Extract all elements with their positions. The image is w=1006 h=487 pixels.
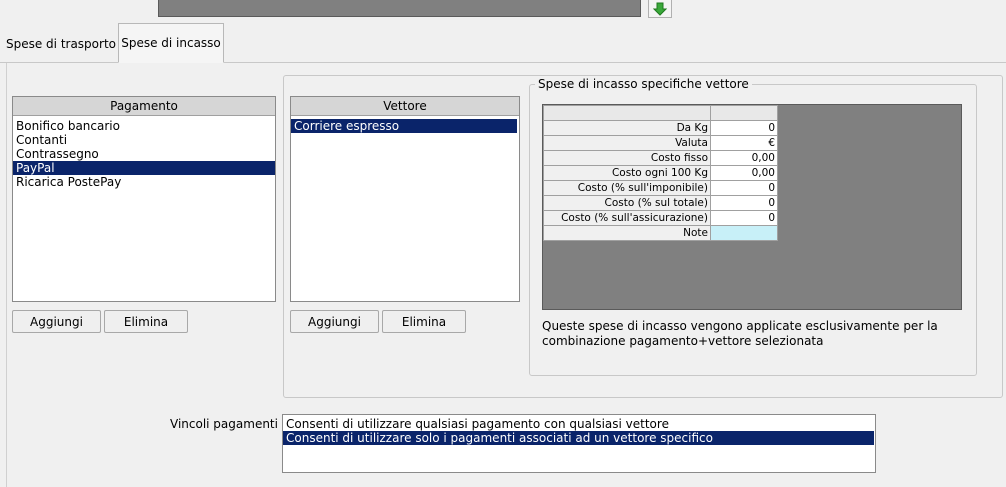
carrier-list[interactable]: Vettore Corriere espresso [290,96,520,302]
tab-label: Spese di incasso [121,36,221,50]
row-label: Valuta [543,135,711,151]
payment-items: Bonifico bancario Contanti Contrassegno … [13,116,275,189]
charges-grid[interactable]: Da Kg 0 Valuta € Costo fisso 0,00 Costo ogn… [542,104,962,310]
row-value[interactable]: 0 [710,120,778,136]
specific-charges-legend: Spese di incasso specifiche vettore [535,77,752,91]
note-line: combinazione pagamento+vettore seleziona… [542,334,824,348]
green-down-arrow-icon [652,2,668,16]
carrier-delete-button[interactable]: Elimina [382,310,466,333]
row-value[interactable]: 0,00 [710,165,778,181]
row-label: Costo (% sul totale) [543,195,711,211]
tab-label: Spese di trasporto [5,37,116,51]
payment-add-button[interactable]: Aggiungi [12,310,101,333]
list-item-selected[interactable]: Corriere espresso [291,119,517,133]
constraint-option-selected[interactable]: Consenti di utilizzare solo i pagamenti … [283,431,874,445]
list-item-selected[interactable]: PayPal [13,161,275,175]
list-item[interactable]: Contrassegno [13,147,275,161]
row-value[interactable]: 0 [710,195,778,211]
row-value[interactable]: € [710,135,778,151]
constraint-option[interactable]: Consenti di utilizzare qualsiasi pagamen… [283,417,874,431]
grid-header-cell [543,105,711,121]
row-label: Note [543,225,711,241]
carrier-add-button[interactable]: Aggiungi [290,310,379,333]
carrier-list-header: Vettore [291,97,519,116]
payment-delete-button[interactable]: Elimina [104,310,188,333]
note-value-cell[interactable] [710,225,778,241]
payment-list-header: Pagamento [13,97,275,116]
payment-constraints-label: Vincoli pagamenti : [170,417,286,431]
payment-list[interactable]: Pagamento Bonifico bancario Contanti Con… [12,96,276,302]
row-label: Da Kg [543,120,711,136]
row-label: Costo (% sull'assicurazione) [543,210,711,226]
grid-header-cell [710,105,778,121]
list-item[interactable]: Ricarica PostePay [13,175,275,189]
row-value[interactable]: 0 [710,180,778,196]
top-gray-field [158,0,641,17]
move-down-button[interactable] [648,0,672,18]
charges-table: Da Kg 0 Valuta € Costo fisso 0,00 Costo ogn… [543,105,778,241]
row-label: Costo ogni 100 Kg [543,165,711,181]
tab-spese-incasso[interactable]: Spese di incasso [118,23,224,63]
row-label: Costo (% sull'imponibile) [543,180,711,196]
specific-charges-note: Queste spese di incasso vengono applicat… [542,319,962,349]
carrier-items: Corriere espresso [291,116,519,133]
row-value[interactable]: 0,00 [710,150,778,166]
payment-constraints-list[interactable]: Consenti di utilizzare qualsiasi pagamen… [282,414,876,473]
constraints-items: Consenti di utilizzare qualsiasi pagamen… [283,415,875,445]
list-item[interactable]: Contanti [13,133,275,147]
tab-spese-trasporto[interactable]: Spese di trasporto [4,26,118,62]
row-value[interactable]: 0 [710,210,778,226]
row-label: Costo fisso [543,150,711,166]
note-line: Queste spese di incasso vengono applicat… [542,319,938,333]
list-item[interactable]: Bonifico bancario [13,119,275,133]
